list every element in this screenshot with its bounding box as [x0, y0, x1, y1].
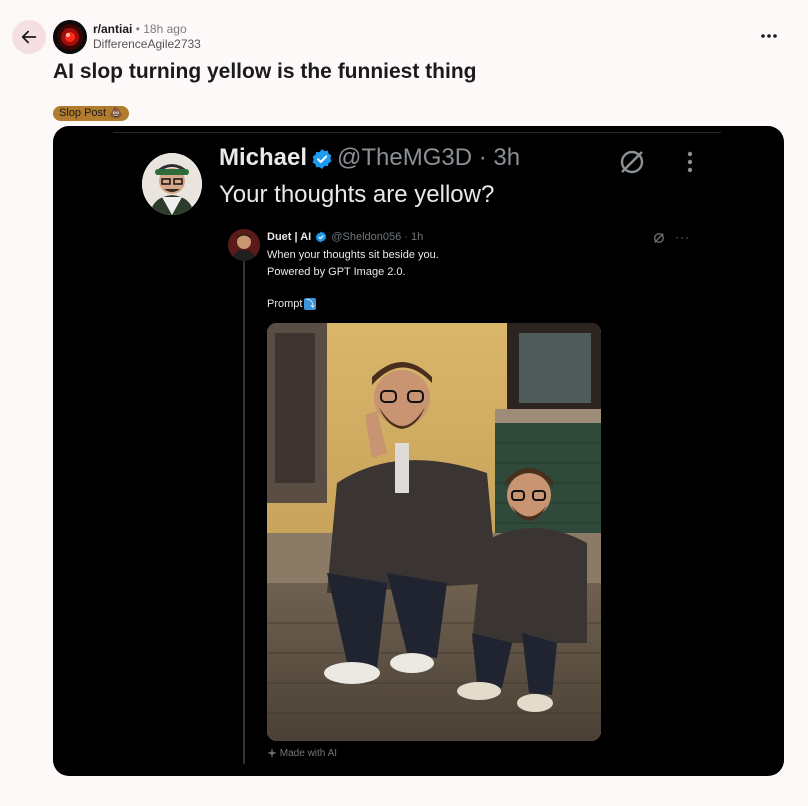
quoted-author-avatar	[228, 229, 260, 261]
grok-icon	[620, 150, 644, 174]
subreddit-logo-icon	[53, 20, 87, 54]
sparkle-icon	[267, 748, 277, 759]
more-options-button[interactable]	[756, 26, 782, 46]
back-button[interactable]	[12, 20, 46, 54]
prompt-label: Prompt	[267, 298, 303, 310]
ellipsis-icon	[761, 34, 777, 38]
quoted-tweet-header: Duet | AI @Sheldon056 · 1h	[267, 231, 423, 243]
divider	[113, 132, 721, 133]
vertical-ellipsis-icon	[687, 151, 693, 173]
post-flair[interactable]: Slop Post 💩	[53, 106, 129, 121]
tweet-more-icon	[685, 150, 695, 174]
verified-badge-icon	[316, 231, 327, 243]
tweet-author-avatar	[142, 153, 202, 215]
verified-badge-icon	[312, 148, 332, 169]
thread-line	[243, 256, 245, 764]
made-with-ai-text: Made with AI	[279, 748, 338, 759]
tweet-author-name: Michael	[219, 144, 308, 171]
tweet-author-handle: @TheMG3D · 3h	[337, 144, 521, 171]
post-title[interactable]: AI slop turning yellow is the funniest t…	[53, 60, 477, 84]
post-time: 18h ago	[143, 22, 187, 36]
made-with-ai-label: Made with AI	[267, 748, 337, 759]
avatar-photo-icon	[228, 229, 260, 261]
grok-icon	[654, 233, 664, 243]
quoted-more-icon: ···	[675, 230, 690, 244]
avatar-illustration-icon	[142, 153, 202, 215]
quoted-author-name: Duet | AI	[267, 231, 312, 243]
quoted-author-handle: @Sheldon056 · 1h	[331, 231, 424, 243]
photo-illustration	[267, 323, 601, 741]
subreddit-name[interactable]: r/antiai	[93, 22, 132, 36]
post-author[interactable]: DifferenceAgile2733	[93, 37, 201, 52]
tweet-text: Your thoughts are yellow?	[219, 181, 495, 208]
arrow-left-icon	[21, 30, 37, 44]
post-meta: r/antiai • 18h ago DifferenceAgile2733	[93, 22, 201, 52]
meta-separator: •	[135, 22, 140, 36]
subreddit-avatar[interactable]	[53, 20, 87, 54]
quoted-text-line-1: When your thoughts sit beside you.	[267, 249, 439, 261]
quoted-prompt: Prompt ⤵	[267, 298, 317, 311]
tweet-author: Michael @TheMG3D · 3h	[219, 144, 520, 172]
generated-photo	[267, 323, 601, 741]
post-media[interactable]: Michael @TheMG3D · 3h Your thoughts are …	[53, 126, 784, 776]
quoted-text-line-2: Powered by GPT Image 2.0.	[267, 266, 406, 278]
arrow-down-emoji-icon: ⤵	[304, 298, 317, 311]
